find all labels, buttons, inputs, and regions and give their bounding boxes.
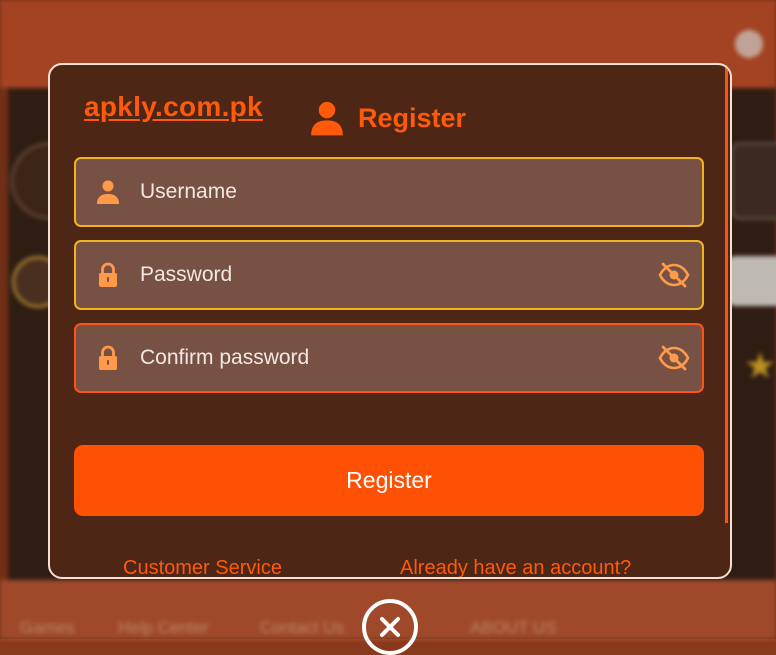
password-input[interactable]: [138, 242, 644, 308]
page-title: Register: [358, 102, 467, 133]
close-icon: [380, 617, 400, 637]
lock-icon: [99, 345, 117, 370]
register-button[interactable]: Register: [74, 445, 704, 516]
register-modal: apkly.com.pk Register Username Register …: [48, 63, 732, 579]
modal-scroll-accent: [725, 65, 728, 523]
modal-header: Register: [308, 99, 466, 137]
confirm-password-input[interactable]: [138, 325, 644, 391]
password-field[interactable]: [74, 240, 704, 310]
username-field[interactable]: [74, 157, 704, 227]
user-icon: [311, 101, 343, 136]
eye-off-icon[interactable]: [658, 344, 690, 372]
eye-off-icon[interactable]: [658, 261, 690, 289]
login-link[interactable]: Already have an account?: [400, 557, 631, 577]
customer-service-link[interactable]: Customer Service: [123, 557, 282, 577]
brand-link[interactable]: apkly.com.pk: [84, 91, 263, 123]
user-icon: [97, 180, 119, 204]
lock-icon: [99, 262, 117, 287]
close-button[interactable]: [362, 599, 418, 655]
confirm-password-field[interactable]: [74, 323, 704, 393]
username-input[interactable]: [138, 159, 644, 225]
